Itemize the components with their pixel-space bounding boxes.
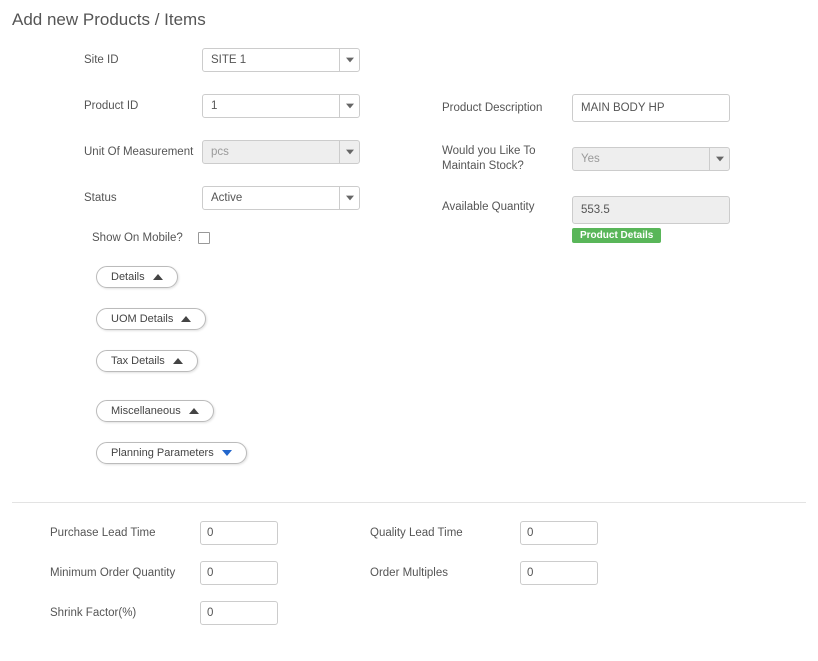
uom-label: Unit Of Measurement [84,146,202,158]
page-title: Add new Products / Items [12,10,806,30]
product-description-input[interactable] [572,94,730,122]
uom-details-label: UOM Details [111,313,173,325]
chevron-down-icon [222,450,232,456]
purchase-lead-input[interactable] [200,521,278,545]
product-id-select[interactable]: 1 [202,94,360,118]
uom-value: pcs [203,146,339,158]
site-id-value: SITE 1 [203,54,339,66]
chevron-down-icon [709,148,729,170]
chevron-up-icon [153,274,163,280]
planning-parameters-toggle[interactable]: Planning Parameters [96,442,247,464]
chevron-down-icon [339,49,359,71]
details-toggle[interactable]: Details [96,266,178,288]
status-value: Active [203,192,339,204]
min-order-qty-label: Minimum Order Quantity [50,567,200,579]
miscellaneous-toggle[interactable]: Miscellaneous [96,400,214,422]
uom-select[interactable]: pcs [202,140,360,164]
maintain-stock-value: Yes [573,153,709,165]
chevron-up-icon [181,316,191,322]
show-on-mobile-checkbox[interactable] [198,232,210,244]
chevron-down-icon [339,141,359,163]
site-id-select[interactable]: SITE 1 [202,48,360,72]
chevron-up-icon [173,358,183,364]
quality-lead-label: Quality Lead Time [370,527,520,539]
shrink-factor-label: Shrink Factor(%) [50,607,200,619]
planning-parameters-label: Planning Parameters [111,447,214,459]
available-quantity-label: Available Quantity [442,196,572,215]
product-details-badge[interactable]: Product Details [572,228,661,243]
min-order-qty-input[interactable] [200,561,278,585]
product-description-label: Product Description [442,101,572,116]
chevron-down-icon [339,187,359,209]
maintain-stock-select[interactable]: Yes [572,147,730,171]
maintain-stock-label: Would you Like To Maintain Stock? [442,144,572,174]
product-id-label: Product ID [84,100,202,112]
miscellaneous-label: Miscellaneous [111,405,181,417]
chevron-down-icon [339,95,359,117]
order-multiples-label: Order Multiples [370,567,520,579]
divider [12,502,806,503]
shrink-factor-input[interactable] [200,601,278,625]
tax-details-toggle[interactable]: Tax Details [96,350,198,372]
order-multiples-input[interactable] [520,561,598,585]
uom-details-toggle[interactable]: UOM Details [96,308,206,330]
status-select[interactable]: Active [202,186,360,210]
purchase-lead-label: Purchase Lead Time [50,527,200,539]
quality-lead-input[interactable] [520,521,598,545]
details-label: Details [111,271,145,283]
tax-details-label: Tax Details [111,355,165,367]
site-id-label: Site ID [84,54,202,66]
status-label: Status [84,192,202,204]
show-on-mobile-label: Show On Mobile? [92,232,198,244]
product-id-value: 1 [203,100,339,112]
available-quantity-input [572,196,730,224]
chevron-up-icon [189,408,199,414]
